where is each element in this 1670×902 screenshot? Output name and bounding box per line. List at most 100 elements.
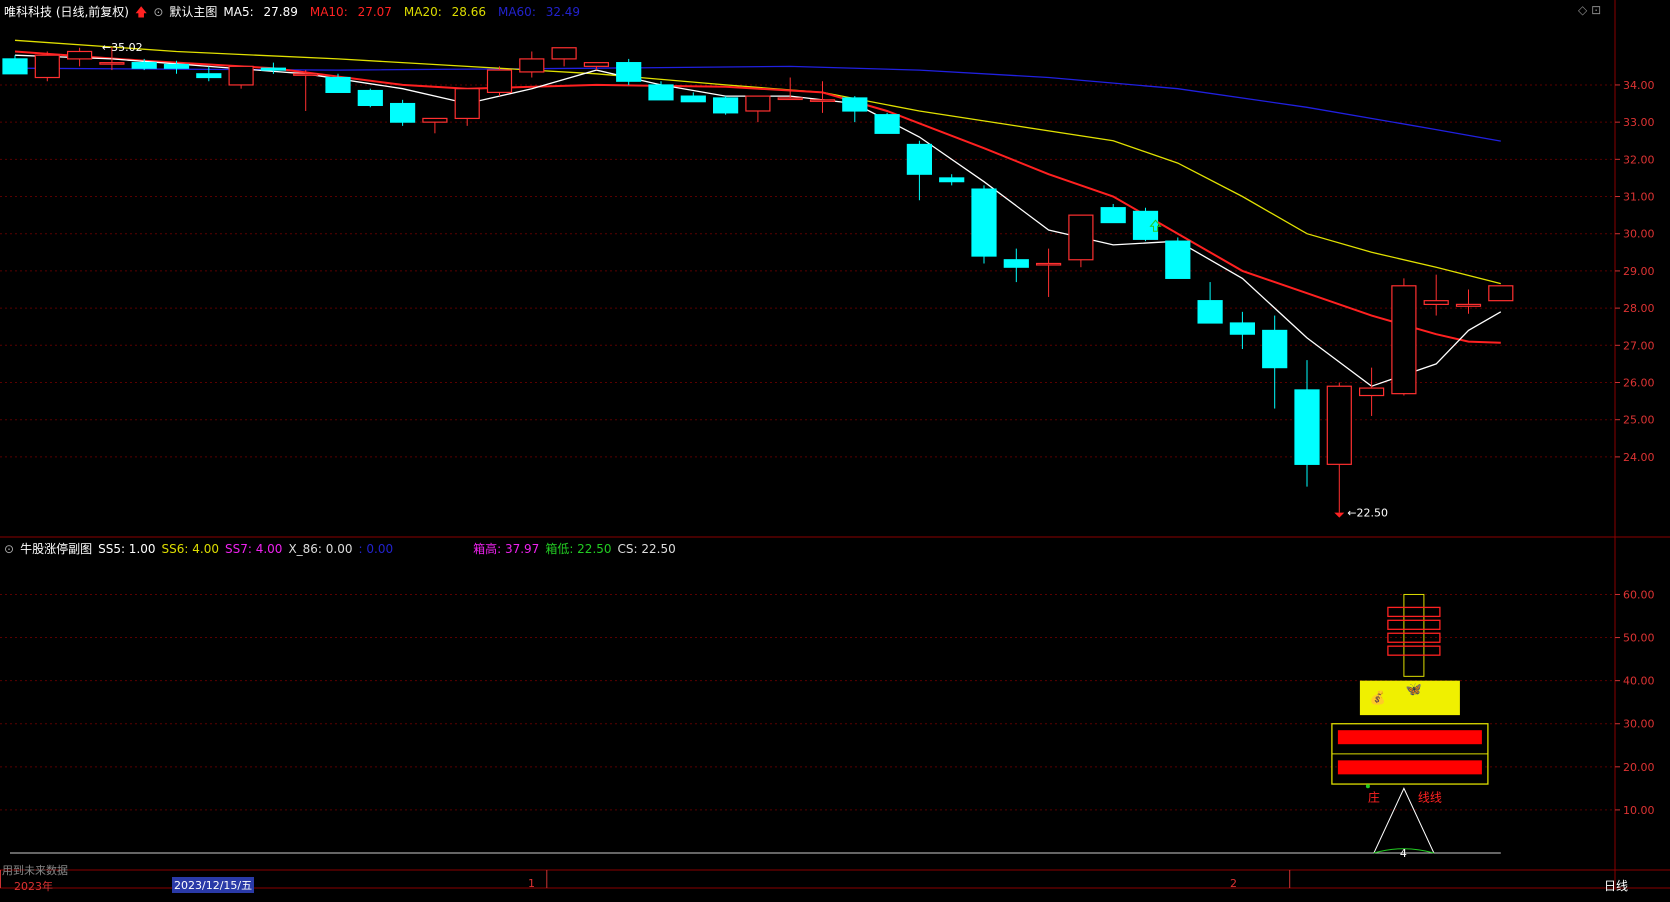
ma60-value: 32.49 — [545, 5, 581, 19]
candle — [1068, 214, 1094, 268]
candle — [874, 112, 900, 134]
cs-value: CS: 22.50 — [617, 542, 676, 556]
main-tick-label: 34.00 — [1623, 79, 1655, 92]
main-tick-label: 33.00 — [1623, 116, 1655, 129]
diamond-icon[interactable]: ◇ — [1578, 3, 1587, 17]
sub-tick-label: 50.00 — [1623, 632, 1655, 645]
main-tick-label: 28.00 — [1623, 302, 1655, 315]
toggle-icon[interactable]: ⊙ — [153, 5, 163, 19]
ma10-value: 27.07 — [357, 5, 392, 19]
candle-body — [1262, 329, 1288, 369]
candle — [486, 66, 513, 97]
main-tick-label: 32.00 — [1623, 153, 1655, 166]
main-tick-label: 26.00 — [1623, 377, 1655, 390]
candle-body — [422, 117, 448, 123]
candle-body — [260, 67, 286, 71]
candle-body — [874, 114, 900, 134]
candle-body — [1294, 389, 1320, 465]
candle-body — [1326, 385, 1352, 465]
main-legend: 唯科科技 (日线,前复权) 🡅 ⊙ 默认主图 MA5: 27.89 MA10: 27.07… — [4, 3, 592, 24]
red-bar-bottom — [1337, 760, 1482, 775]
candle-body — [454, 88, 480, 120]
stock-title[interactable]: 唯科科技 (日线,前复权) — [4, 5, 129, 19]
cursor-date: 2023/12/15/五 — [172, 877, 255, 893]
ma10-legend: MA10: 27.07 — [310, 5, 398, 19]
candle-body — [34, 54, 60, 79]
main-tick-label: 29.00 — [1623, 265, 1655, 278]
candle-body — [1358, 387, 1385, 397]
red-bar-top — [1337, 730, 1482, 745]
candle-body — [551, 47, 577, 60]
candle-body — [293, 73, 319, 76]
candle-body — [971, 188, 997, 257]
candle-body — [325, 76, 351, 93]
candle-body — [1165, 240, 1191, 279]
candle-body — [777, 97, 803, 101]
candle-body — [680, 95, 706, 103]
candle — [34, 51, 60, 82]
candle — [1488, 285, 1514, 302]
high-marker: ←35.02 — [102, 41, 143, 54]
candle-body — [648, 84, 674, 101]
candle-body — [1100, 207, 1126, 224]
candle-body — [1035, 262, 1062, 266]
toggle-icon[interactable]: ⊙ — [4, 542, 14, 556]
candle-body — [1423, 300, 1449, 305]
candle-body — [357, 89, 383, 107]
low-marker: ←22.50 — [1347, 507, 1388, 520]
candle-body — [196, 73, 222, 79]
candle — [357, 88, 383, 108]
candle-body — [842, 97, 868, 112]
candle-body — [163, 63, 190, 69]
period-tab[interactable]: 日线 — [1604, 877, 1628, 894]
candle-body — [712, 97, 739, 114]
bee-icon: 🦋 — [1406, 683, 1422, 698]
candle-body — [1132, 210, 1159, 240]
ma5-legend: MA5: 27.89 — [223, 5, 303, 19]
candle-body — [616, 62, 642, 82]
candle-body — [131, 62, 157, 69]
box-high-value: 箱高: 37.97 — [473, 542, 540, 556]
candle-body — [1003, 259, 1029, 268]
sub-tick-label: 30.00 — [1623, 718, 1655, 731]
sub-tick-label: 20.00 — [1623, 761, 1655, 774]
candle — [971, 185, 997, 264]
sub-legend: ⊙ 牛股涨停副图 SS5: 1.00 SS6: 4.00 SS7: 4.00 X_86: … — [4, 540, 682, 557]
up-arrow-icon: 🡅 — [135, 5, 148, 19]
candle-body — [809, 99, 836, 102]
ma60-label: MA60: — [497, 5, 536, 19]
candle — [228, 65, 254, 89]
main-chart-name[interactable]: 默认主图 — [169, 5, 217, 19]
candle — [1165, 237, 1191, 279]
candle-body — [1229, 322, 1256, 335]
candle — [1132, 207, 1159, 242]
main-tick-label: 27.00 — [1623, 339, 1655, 352]
candle-body — [583, 62, 610, 67]
ss5-value: SS5: 1.00 — [98, 542, 156, 556]
candle-body — [1068, 214, 1094, 261]
restore-icon[interactable]: ⊡ — [1591, 3, 1601, 17]
ma20-value: 28.66 — [451, 5, 486, 19]
candle-body — [939, 177, 965, 183]
candle-body — [2, 58, 28, 75]
ma5-value: 27.89 — [263, 5, 298, 19]
candle-body — [1455, 303, 1482, 307]
month-2-label: 2 — [1230, 877, 1237, 890]
chart-canvas[interactable]: 34.00 33.00 32.00 31.00 30.00 29.00 28.00 27.00… — [0, 0, 1670, 902]
month-1-label: 1 — [528, 877, 535, 890]
green-dot — [1365, 784, 1370, 789]
candle-body — [1488, 285, 1514, 302]
ma5-label: MA5: — [223, 5, 254, 19]
candle — [390, 99, 416, 126]
ma60-legend: MA60: 32.49 — [498, 5, 586, 19]
zhuang-label: 庄 — [1368, 789, 1380, 804]
window-controls: ◇ ⊡ — [1578, 3, 1601, 17]
candle — [1391, 278, 1417, 396]
candle — [616, 58, 642, 85]
main-tick-label: 25.00 — [1623, 414, 1655, 427]
sub-chart-name[interactable]: 牛股涨停副图 — [20, 542, 92, 556]
sub-tick-label: 10.00 — [1623, 804, 1655, 817]
candle-body — [66, 50, 93, 60]
money-bag-icon: 💰 — [1370, 690, 1386, 706]
candle-body — [1197, 300, 1223, 324]
